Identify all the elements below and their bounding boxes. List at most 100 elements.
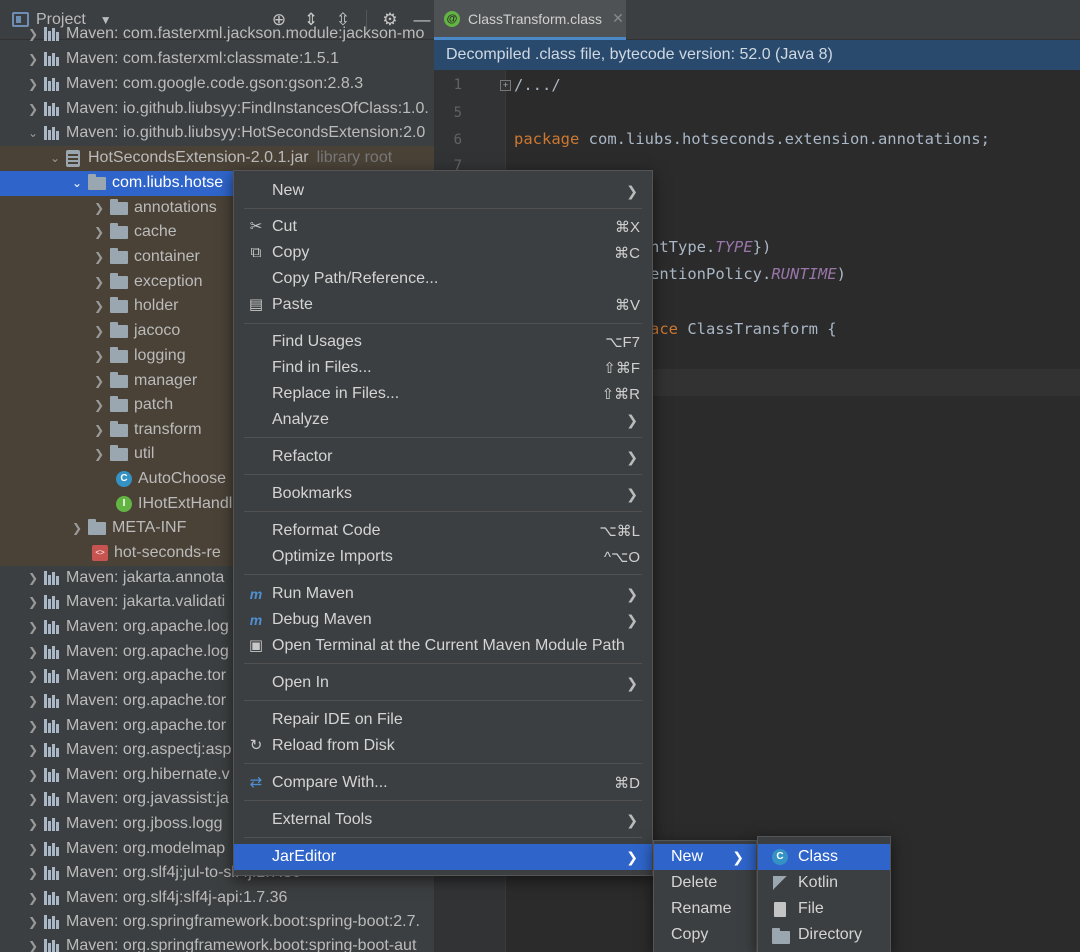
menu-item-optimize-imports[interactable]: Optimize Imports ^⌥O: [234, 544, 652, 570]
submenu-item-class[interactable]: C Class: [758, 844, 890, 870]
chevron-right-icon[interactable]: ❯: [92, 250, 106, 264]
tree-label: Maven: org.apache.tor: [66, 692, 227, 710]
tree-row[interactable]: ❯ Maven: com.google.code.gson:gson:2.8.3: [0, 72, 434, 97]
chevron-right-icon[interactable]: ❯: [26, 792, 40, 806]
chevron-right-icon[interactable]: ❯: [92, 225, 106, 239]
chevron-right-icon[interactable]: ❯: [26, 102, 40, 116]
chevron-down-icon[interactable]: ⌄: [70, 176, 84, 190]
submenu-item-file[interactable]: File: [758, 896, 890, 922]
annotation-icon: @: [444, 10, 460, 27]
tree-label: Maven: com.fasterxml.jackson.module:jack…: [66, 25, 425, 43]
tree-row[interactable]: ❯ Maven: io.github.liubsyy:FindInstancesO…: [0, 97, 434, 122]
chevron-right-icon[interactable]: ❯: [26, 719, 40, 733]
chevron-right-icon[interactable]: ❯: [26, 595, 40, 609]
tree-label: Maven: com.fasterxml:classmate:1.5.1: [66, 50, 339, 68]
code-constant: RUNTIME: [771, 265, 837, 283]
chevron-right-icon[interactable]: ❯: [92, 299, 106, 313]
chevron-right-icon[interactable]: ❯: [92, 447, 106, 461]
chevron-right-icon[interactable]: ❯: [26, 571, 40, 585]
chevron-right-icon[interactable]: ❯: [26, 645, 40, 659]
close-icon[interactable]: ✕: [612, 10, 624, 27]
menu-item-reformat-code[interactable]: Reformat Code ⌥⌘L: [234, 518, 652, 544]
submenu-item-new[interactable]: New ❯: [654, 844, 756, 870]
chevron-right-icon[interactable]: ❯: [26, 768, 40, 782]
code-line-target[interactable]: ntType.TYPE}): [650, 238, 771, 256]
tree-label: IHotExtHandl: [138, 495, 233, 513]
chevron-right-icon[interactable]: ❯: [26, 669, 40, 683]
chevron-right-icon[interactable]: ❯: [26, 27, 40, 41]
tree-row[interactable]: ❯ Maven: com.fasterxml:classmate:1.5.1: [0, 47, 434, 72]
code-line-interface[interactable]: ace ClassTransform {: [650, 320, 837, 338]
chevron-right-icon[interactable]: ❯: [26, 694, 40, 708]
menu-item-paste[interactable]: ▤ Paste ⌘V: [234, 292, 652, 318]
menu-item-jareditor[interactable]: JarEditor ❯: [234, 844, 652, 870]
tree-row[interactable]: ❯ Maven: org.springframework.boot:spring-…: [0, 910, 434, 935]
chevron-down-icon[interactable]: ⌄: [26, 126, 40, 140]
tree-label: holder: [134, 297, 179, 315]
menu-item-bookmarks[interactable]: Bookmarks ❯: [234, 481, 652, 507]
tree-label: Maven: org.modelmap: [66, 840, 226, 858]
menu-divider: [244, 700, 642, 701]
menu-divider: [244, 511, 642, 512]
tab-classtransform[interactable]: @ ClassTransform.class ✕: [434, 0, 626, 40]
chevron-right-icon[interactable]: ❯: [26, 939, 40, 952]
library-icon: [44, 792, 62, 807]
menu-item-copy-path[interactable]: Copy Path/Reference...: [234, 266, 652, 292]
menu-item-copy[interactable]: ⧉ Copy ⌘C: [234, 240, 652, 266]
menu-item-new[interactable]: New ❯: [234, 178, 652, 204]
code-text: com.liubs.hotseconds.extension.annotatio…: [579, 130, 990, 148]
submenu-item-directory[interactable]: Directory: [758, 922, 890, 948]
chevron-right-icon[interactable]: ❯: [26, 891, 40, 905]
chevron-down-icon[interactable]: ⌄: [48, 151, 62, 165]
tree-row[interactable]: ❯ Maven: org.springframework.boot:spring-…: [0, 934, 434, 952]
menu-item-find-in-files[interactable]: Find in Files... ⇧⌘F: [234, 355, 652, 381]
chevron-right-icon[interactable]: ❯: [26, 866, 40, 880]
menu-item-external-tools[interactable]: External Tools ❯: [234, 807, 652, 833]
reload-icon: ↻: [249, 737, 263, 754]
chevron-right-icon[interactable]: ❯: [26, 915, 40, 929]
tree-row-jar[interactable]: ⌄ HotSecondsExtension-2.0.1.jar library ro…: [0, 146, 434, 171]
chevron-right-icon[interactable]: ❯: [26, 743, 40, 757]
menu-item-replace-in-files[interactable]: Replace in Files... ⇧⌘R: [234, 381, 652, 407]
library-icon: [44, 915, 62, 930]
chevron-right-icon[interactable]: ❯: [92, 201, 106, 215]
chevron-right-icon[interactable]: ❯: [92, 423, 106, 437]
submenu-item-rename[interactable]: Rename: [654, 896, 756, 922]
chevron-right-icon[interactable]: ❯: [92, 398, 106, 412]
chevron-right-icon[interactable]: ❯: [92, 349, 106, 363]
menu-item-repair-ide[interactable]: Repair IDE on File: [234, 707, 652, 733]
chevron-right-icon[interactable]: ❯: [92, 324, 106, 338]
code-line-1[interactable]: /.../: [514, 76, 561, 94]
submenu-item-kotlin[interactable]: Kotlin: [758, 870, 890, 896]
chevron-right-icon[interactable]: ❯: [26, 52, 40, 66]
submenu-item-copy[interactable]: Copy: [654, 922, 756, 948]
tree-row[interactable]: ❯ Maven: org.slf4j:slf4j-api:1.7.36: [0, 886, 434, 911]
chevron-right-icon[interactable]: ❯: [92, 275, 106, 289]
menu-item-open-in[interactable]: Open In ❯: [234, 670, 652, 696]
menu-item-find-usages[interactable]: Find Usages ⌥F7: [234, 329, 652, 355]
menu-item-run-maven[interactable]: m Run Maven ❯: [234, 581, 652, 607]
chevron-right-icon[interactable]: ❯: [26, 842, 40, 856]
tree-row[interactable]: ⌄ Maven: io.github.liubsyy:HotSecondsExte…: [0, 121, 434, 146]
collapsed-imports[interactable]: /.../: [514, 76, 561, 94]
tree-label: com.liubs.hotse: [112, 174, 224, 192]
menu-item-reload-from-disk[interactable]: ↻ Reload from Disk: [234, 733, 652, 759]
code-line-retention[interactable]: entionPolicy.RUNTIME): [650, 265, 846, 283]
code-line-6[interactable]: package com.liubs.hotseconds.extension.a…: [514, 130, 990, 148]
chevron-right-icon: ❯: [626, 585, 638, 602]
tree-label: Maven: jakarta.validati: [66, 593, 226, 611]
chevron-right-icon[interactable]: ❯: [26, 817, 40, 831]
chevron-right-icon[interactable]: ❯: [92, 374, 106, 388]
menu-item-compare-with[interactable]: ⇄ Compare With... ⌘D: [234, 770, 652, 796]
chevron-right-icon[interactable]: ❯: [26, 77, 40, 91]
menu-item-cut[interactable]: ✂ Cut ⌘X: [234, 214, 652, 240]
menu-item-refactor[interactable]: Refactor ❯: [234, 444, 652, 470]
fold-expand-icon[interactable]: +: [500, 80, 511, 91]
menu-item-analyze[interactable]: Analyze ❯: [234, 407, 652, 433]
tree-row[interactable]: ❯ Maven: com.fasterxml.jackson.module:jac…: [0, 22, 434, 47]
menu-item-debug-maven[interactable]: m Debug Maven ❯: [234, 607, 652, 633]
chevron-right-icon[interactable]: ❯: [26, 620, 40, 634]
chevron-right-icon[interactable]: ❯: [70, 521, 84, 535]
menu-item-open-terminal[interactable]: ▣ Open Terminal at the Current Maven Modu…: [234, 633, 652, 659]
submenu-item-delete[interactable]: Delete: [654, 870, 756, 896]
